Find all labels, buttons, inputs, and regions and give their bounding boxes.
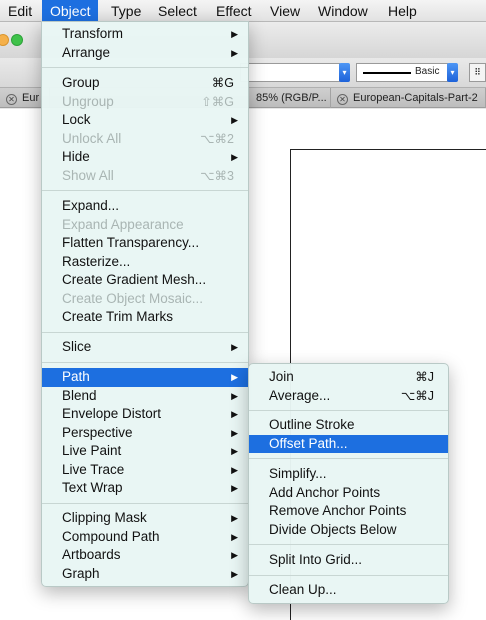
- menu-item-live-trace[interactable]: Live Trace ▶: [42, 461, 248, 480]
- path-submenu: Join ⌘J Average... ⌥⌘J Outline Stroke Offs…: [248, 363, 449, 604]
- menu-separator: [249, 410, 448, 411]
- submenu-item-clean-up[interactable]: Clean Up...: [249, 581, 448, 600]
- chevron-right-icon: ▶: [231, 342, 238, 352]
- menu-item-ungroup: Ungroup ⇧⌘G: [62, 93, 234, 109]
- chevron-right-icon: ▶: [231, 483, 238, 493]
- menu-item-perspective[interactable]: Perspective ▶: [42, 424, 248, 443]
- menu-item-graph[interactable]: Graph ▶: [42, 565, 248, 584]
- close-tab-icon[interactable]: ✕: [337, 94, 348, 105]
- document-tab[interactable]: ✕ European-Capitals-Part-2: [331, 88, 486, 108]
- fill-style-field[interactable]: [240, 63, 340, 82]
- menu-item-clipping-mask[interactable]: Clipping Mask ▶: [42, 509, 248, 528]
- chevron-right-icon: ▶: [231, 115, 238, 125]
- menu-item-blend[interactable]: Blend ▶: [42, 387, 248, 406]
- menu-item-show-all: Show All ⌥⌘3: [62, 167, 234, 183]
- menu-edit[interactable]: Edit: [0, 0, 40, 22]
- menu-item-create-object-mosaic: Create Object Mosaic...: [62, 290, 204, 306]
- menu-item-transform[interactable]: Transform ▶: [42, 25, 248, 44]
- menu-separator: [249, 544, 448, 545]
- document-tab-label: Eur: [22, 92, 40, 104]
- submenu-item-split-into-grid[interactable]: Split Into Grid...: [249, 551, 448, 570]
- stroke-preview-line: [363, 72, 411, 74]
- stroke-style-field[interactable]: Basic: [356, 63, 448, 82]
- menu-item-lock[interactable]: Lock ▶: [42, 111, 248, 130]
- menu-type[interactable]: Type: [103, 0, 149, 22]
- menu-item-path[interactable]: Path ▶: [42, 368, 248, 387]
- minimize-window-button[interactable]: [0, 34, 9, 46]
- options-icon[interactable]: ⠿: [469, 63, 486, 82]
- menu-separator: [42, 362, 248, 363]
- menu-item-artboards[interactable]: Artboards ▶: [42, 546, 248, 565]
- chevron-right-icon: ▶: [231, 531, 238, 542]
- menu-item-create-gradient-mesh[interactable]: Create Gradient Mesh...: [42, 271, 248, 290]
- menu-item-expand-appearance: Expand Appearance: [62, 216, 184, 232]
- menu-effect[interactable]: Effect: [208, 0, 260, 22]
- submenu-item-simplify[interactable]: Simplify...: [249, 465, 448, 484]
- menu-item-create-trim-marks[interactable]: Create Trim Marks: [42, 308, 248, 327]
- menu-item-slice[interactable]: Slice ▶: [42, 338, 248, 357]
- menu-object[interactable]: Object: [42, 0, 99, 22]
- submenu-item-add-anchor-points[interactable]: Add Anchor Points: [249, 484, 448, 503]
- chevron-right-icon: ▶: [231, 550, 238, 560]
- menu-item-text-wrap[interactable]: Text Wrap ▶: [42, 479, 248, 498]
- stroke-style-label: Basic: [415, 66, 440, 77]
- menu-separator: [42, 67, 248, 68]
- stroke-style-dropdown-arrow[interactable]: ▾: [447, 63, 458, 82]
- submenu-item-remove-anchor-points[interactable]: Remove Anchor Points: [249, 502, 448, 521]
- menu-item-envelope-distort[interactable]: Envelope Distort ▶: [42, 405, 248, 424]
- menu-select[interactable]: Select: [150, 0, 205, 22]
- document-tab-label: 85% (RGB/P...: [256, 92, 327, 104]
- menu-item-compound-path[interactable]: Compound Path ▶: [42, 528, 248, 547]
- chevron-right-icon: ▶: [231, 29, 238, 39]
- menu-help[interactable]: Help: [380, 0, 425, 22]
- chevron-right-icon: ▶: [231, 568, 238, 579]
- menu-separator: [42, 332, 248, 333]
- menu-item-arrange[interactable]: Arrange ▶: [42, 44, 248, 63]
- menu-item-rasterize[interactable]: Rasterize...: [42, 253, 248, 272]
- chevron-right-icon: ▶: [231, 427, 238, 438]
- menu-item-unlock-all: Unlock All ⌥⌘2: [62, 130, 234, 146]
- chevron-right-icon: ▶: [231, 390, 238, 401]
- chevron-right-icon: ▶: [231, 47, 238, 58]
- fill-style-dropdown-arrow[interactable]: ▾: [339, 63, 350, 82]
- close-tab-icon[interactable]: ✕: [6, 94, 17, 105]
- submenu-item-divide-objects-below[interactable]: Divide Objects Below: [249, 521, 448, 540]
- zoom-window-button[interactable]: [11, 34, 23, 46]
- chevron-right-icon: ▶: [231, 464, 238, 475]
- menu-item-live-paint[interactable]: Live Paint ▶: [42, 442, 248, 461]
- menu-window[interactable]: Window: [310, 0, 376, 22]
- chevron-right-icon: ▶: [231, 513, 238, 523]
- menu-item-expand[interactable]: Expand...: [42, 197, 248, 216]
- menu-separator: [249, 575, 448, 576]
- menu-separator: [249, 458, 448, 459]
- submenu-item-average[interactable]: Average... ⌥⌘J: [249, 387, 448, 406]
- submenu-item-join[interactable]: Join ⌘J: [249, 368, 448, 387]
- chevron-right-icon: ▶: [231, 409, 238, 419]
- menu-separator: [42, 503, 248, 504]
- document-tab-label: European-Capitals-Part-2: [353, 92, 478, 104]
- submenu-item-offset-path[interactable]: Offset Path...: [249, 434, 448, 453]
- menu-view[interactable]: View: [262, 0, 308, 22]
- menu-bar: Edit Object Type Select Effect View Wind…: [0, 0, 486, 22]
- menu-item-hide[interactable]: Hide ▶: [42, 148, 248, 167]
- menu-item-flatten-transparency[interactable]: Flatten Transparency...: [42, 234, 248, 253]
- document-tab[interactable]: 85% (RGB/P...: [236, 88, 331, 108]
- menu-separator: [42, 190, 248, 191]
- chevron-right-icon: ▶: [231, 152, 238, 162]
- chevron-right-icon: ▶: [231, 446, 238, 456]
- chevron-right-icon: ▶: [231, 372, 238, 382]
- submenu-item-outline-stroke[interactable]: Outline Stroke: [249, 416, 448, 435]
- object-menu: Transform ▶ Arrange ▶ Group ⌘G Ungroup ⇧⌘G L…: [41, 21, 249, 587]
- menu-item-group[interactable]: Group ⌘G: [42, 74, 248, 93]
